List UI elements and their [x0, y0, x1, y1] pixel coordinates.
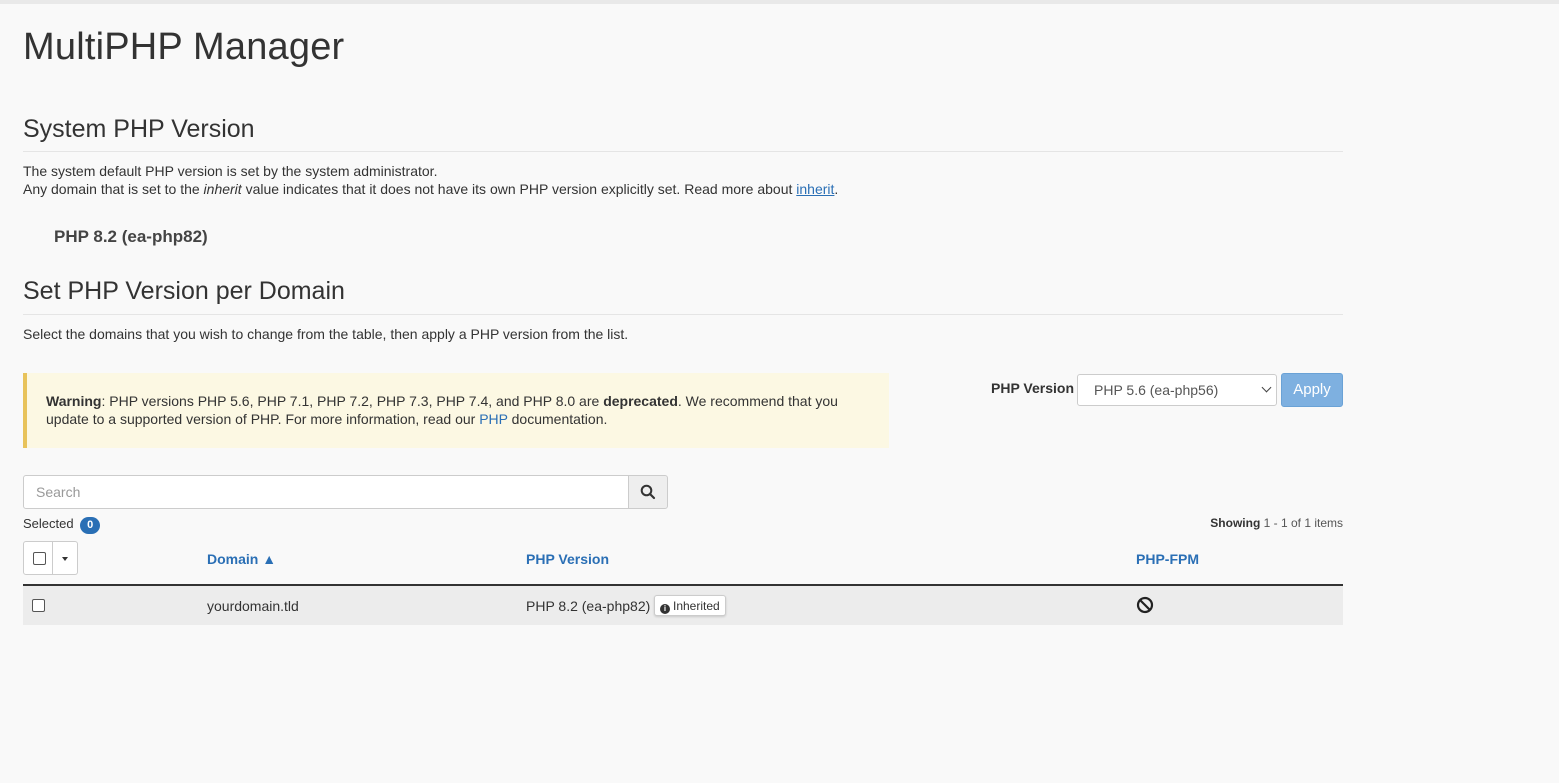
section-divider — [23, 151, 1343, 152]
php-docs-link[interactable]: PHP — [479, 411, 508, 427]
select-all-control[interactable] — [23, 541, 53, 575]
column-header-domain[interactable]: Domain ▲ — [207, 551, 276, 567]
system-description-line1: The system default PHP version is set by… — [23, 163, 438, 179]
php-version-label: PHP Version — [991, 380, 1075, 396]
bulk-select-dropdown[interactable] — [53, 541, 78, 575]
system-description-line2: Any domain that is set to the inherit va… — [23, 181, 839, 197]
system-php-heading: System PHP Version — [23, 115, 255, 143]
row-checkbox[interactable] — [32, 599, 45, 612]
inherited-badge[interactable]: i Inherited — [654, 595, 726, 616]
search-input[interactable]: Search — [23, 475, 629, 509]
selected-badge: 0 — [80, 517, 101, 534]
chevron-down-icon — [1261, 382, 1272, 393]
column-header-php-fpm[interactable]: PHP-FPM — [1136, 551, 1199, 567]
apply-button[interactable]: Apply — [1281, 373, 1343, 407]
ban-icon — [1136, 596, 1154, 614]
search-button[interactable] — [628, 475, 668, 509]
php-version-select[interactable]: PHP 5.6 (ea-php56) — [1077, 374, 1277, 406]
row-domain: yourdomain.tld — [207, 598, 299, 614]
top-border — [0, 0, 1559, 4]
caret-down-icon — [62, 557, 68, 561]
system-php-version: PHP 8.2 (ea-php82) — [54, 227, 208, 246]
page-title: MultiPHP Manager — [23, 26, 345, 68]
section-divider — [23, 314, 1343, 315]
selected-count: Selected 0 — [23, 516, 101, 534]
info-icon: i — [660, 604, 670, 614]
search-icon — [640, 484, 656, 500]
inherit-link[interactable]: inherit — [796, 181, 834, 197]
per-domain-description: Select the domains that you wish to chan… — [23, 326, 629, 342]
select-all-checkbox[interactable] — [33, 552, 46, 565]
row-php-version: PHP 8.2 (ea-php82) — [526, 598, 651, 614]
per-domain-heading: Set PHP Version per Domain — [23, 277, 345, 305]
deprecation-warning: Warning: PHP versions PHP 5.6, PHP 7.1, … — [23, 373, 889, 448]
column-header-php-version[interactable]: PHP Version — [526, 551, 609, 567]
paging-info: Showing 1 - 1 of 1 items — [1210, 516, 1343, 530]
